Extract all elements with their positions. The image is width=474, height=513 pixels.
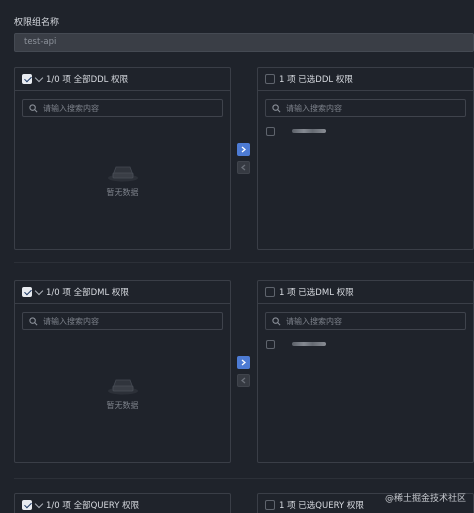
ddl-source-header: 1/0 项 全部DDL 权限 [15,68,230,91]
chevron-left-icon [240,164,246,171]
dml-target-select-all-checkbox[interactable] [265,287,275,297]
dml-source-header: 1/0 项 全部DML 权限 [15,281,230,304]
dml-target-panel: 1 项 已选DML 权限 请输入搜索内容 [257,280,474,463]
search-placeholder: 请输入搜索内容 [286,316,342,326]
move-right-button[interactable] [237,143,250,156]
move-left-button[interactable] [237,374,250,387]
search-icon [29,316,38,325]
empty-text: 暂无数据 [106,401,139,410]
search-icon [272,103,281,112]
empty-box-icon [107,166,138,182]
dml-source-title: 1/0 项 全部DML 权限 [46,288,129,298]
section-divider [14,478,474,479]
search-icon [29,103,38,112]
search-placeholder: 请输入搜索内容 [43,103,99,113]
section-divider [14,262,474,263]
dml-target-search[interactable]: 请输入搜索内容 [265,312,466,330]
ddl-source-select-all-checkbox[interactable] [22,74,32,84]
move-left-button[interactable] [237,161,250,174]
chevron-right-icon [241,146,247,153]
query-source-title: 1/0 项 全部QUERY 权限 [46,501,140,511]
ddl-target-header: 1 项 已选DDL 权限 [258,68,473,91]
group-name-label: 权限组名称 [14,18,60,28]
query-target-title: 1 项 已选QUERY 权限 [279,501,364,511]
query-source-panel: 1/0 项 全部QUERY 权限 [14,493,231,513]
watermark: @稀土掘金技术社区 [385,491,466,504]
empty-state: 暂无数据 [15,375,230,411]
group-name-input[interactable]: test-api [14,33,474,52]
chevron-down-icon[interactable] [34,499,44,509]
permission-group-form: 权限组名称 test-api 1/0 项 全部DDL 权限 请输入搜索内容 暂无… [0,0,474,513]
empty-state: 暂无数据 [15,162,230,198]
dml-target-title: 1 项 已选DML 权限 [279,288,354,298]
search-placeholder: 请输入搜索内容 [286,103,342,113]
dml-source-select-all-checkbox[interactable] [22,287,32,297]
search-icon [272,316,281,325]
redacted-text [292,342,326,346]
query-source-header: 1/0 项 全部QUERY 权限 [15,494,230,513]
chevron-left-icon [240,377,246,384]
dml-target-header: 1 项 已选DML 权限 [258,281,473,304]
watermark-text: @稀土掘金技术社区 [384,494,466,504]
ddl-target-title: 1 项 已选DDL 权限 [279,75,353,85]
empty-text: 暂无数据 [106,188,139,197]
ddl-target-search[interactable]: 请输入搜索内容 [265,99,466,117]
query-source-select-all-checkbox[interactable] [22,500,32,510]
list-item[interactable] [258,338,473,350]
empty-box-icon [107,379,138,395]
ddl-target-select-all-checkbox[interactable] [265,74,275,84]
chevron-down-icon[interactable] [34,286,44,296]
dml-source-panel: 1/0 项 全部DML 权限 请输入搜索内容 暂无数据 [14,280,231,463]
redacted-text [292,129,326,133]
list-item[interactable] [258,125,473,137]
item-checkbox[interactable] [266,339,275,349]
ddl-source-panel: 1/0 项 全部DDL 权限 请输入搜索内容 暂无数据 [14,67,231,250]
chevron-down-icon[interactable] [34,73,44,83]
query-target-select-all-checkbox[interactable] [265,500,275,510]
item-checkbox[interactable] [266,126,275,136]
ddl-source-title: 1/0 项 全部DDL 权限 [46,75,129,85]
ddl-source-search[interactable]: 请输入搜索内容 [22,99,223,117]
move-right-button[interactable] [237,356,250,369]
search-placeholder: 请输入搜索内容 [43,316,99,326]
dml-source-search[interactable]: 请输入搜索内容 [22,312,223,330]
ddl-target-panel: 1 项 已选DDL 权限 请输入搜索内容 [257,67,474,250]
chevron-right-icon [241,359,247,366]
